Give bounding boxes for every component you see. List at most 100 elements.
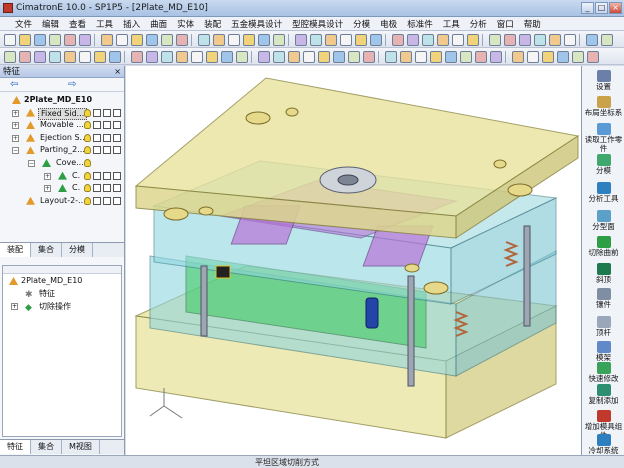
collapse-icon[interactable]: −: [12, 147, 19, 155]
close-button[interactable]: ×: [609, 2, 622, 14]
visibility-bulb-icon[interactable]: [84, 146, 91, 155]
tree-node-ejection-system[interactable]: + Ejection S...: [0, 132, 124, 145]
tree-node-child[interactable]: + C.: [0, 170, 124, 183]
menu-analysis[interactable]: 分析: [465, 18, 492, 30]
toolbar-tool-icon[interactable]: [587, 50, 599, 63]
toolbar-tool-icon[interactable]: [549, 33, 561, 46]
visibility-bulb-icon[interactable]: [84, 171, 91, 180]
toolbar-tool-icon[interactable]: [198, 33, 210, 46]
close-icon[interactable]: ×: [114, 66, 121, 78]
toolbar-tool-icon[interactable]: [340, 33, 352, 46]
mold-tool-button[interactable]: 分型面: [582, 210, 624, 231]
menu-surface[interactable]: 曲面: [145, 18, 172, 30]
toolbar-tool-icon[interactable]: [355, 33, 367, 46]
mold-tool-button[interactable]: 设置: [582, 70, 624, 91]
flag-icon[interactable]: [113, 146, 121, 155]
mold-tool-button[interactable]: 镶件: [582, 288, 624, 309]
toolbar-tool-icon[interactable]: [564, 33, 576, 46]
3d-viewport[interactable]: [126, 66, 581, 455]
maximize-button[interactable]: □: [595, 2, 608, 14]
toolbar-tool-icon[interactable]: [504, 33, 516, 46]
toolbar-tool-icon[interactable]: [243, 33, 255, 46]
flag-icon[interactable]: [93, 108, 101, 117]
toolbar-tool-icon[interactable]: [295, 33, 307, 46]
toolbar-tool-icon[interactable]: [437, 33, 449, 46]
mold-tool-button[interactable]: 模架: [582, 341, 624, 362]
toolbar-tool-icon[interactable]: [460, 50, 472, 63]
toolbar-tool-icon[interactable]: [512, 50, 524, 63]
toolbar-tool-icon[interactable]: [19, 50, 31, 63]
flag-icon[interactable]: [113, 133, 121, 142]
toolbar-tool-icon[interactable]: [49, 33, 61, 46]
toolbar-tool-icon[interactable]: [527, 50, 539, 63]
tree-node-parting[interactable]: − Parting_2...: [0, 144, 124, 157]
toolbar-tool-icon[interactable]: [490, 50, 502, 63]
toolbar-tool-icon[interactable]: [116, 33, 128, 46]
history-cut-operation[interactable]: + ◆ 切除操作: [3, 300, 121, 313]
menu-tools-1[interactable]: 工具: [91, 18, 118, 30]
toolbar-tool-icon[interactable]: [64, 33, 76, 46]
visibility-bulb-icon[interactable]: [84, 158, 91, 167]
toolbar-tool-icon[interactable]: [109, 50, 121, 63]
menu-die-design[interactable]: 五金模具设计: [226, 18, 287, 30]
toolbar-tool-icon[interactable]: [586, 33, 598, 46]
toolbar-tool-icon[interactable]: [273, 50, 285, 63]
tree-node-child[interactable]: + C.: [0, 182, 124, 195]
toolbar-tool-icon[interactable]: [452, 33, 464, 46]
menu-mold-design[interactable]: 型腔模具设计: [287, 18, 348, 30]
history-root[interactable]: 2Plate_MD_E10: [3, 274, 121, 287]
flag-icon[interactable]: [103, 108, 111, 117]
toolbar-tool-icon[interactable]: [206, 50, 218, 63]
collapse-icon[interactable]: −: [28, 159, 35, 167]
menu-electrode[interactable]: 电极: [375, 18, 402, 30]
toolbar-tool-icon[interactable]: [191, 50, 203, 63]
flag-icon[interactable]: [93, 196, 101, 205]
toolbar-tool-icon[interactable]: [519, 33, 531, 46]
toolbar-tool-icon[interactable]: [303, 50, 315, 63]
toolbar-tool-icon[interactable]: [4, 33, 16, 46]
visibility-bulb-icon[interactable]: [84, 184, 91, 193]
toolbar-tool-icon[interactable]: [258, 50, 270, 63]
toolbar-tool-icon[interactable]: [572, 50, 584, 63]
minimize-button[interactable]: _: [581, 2, 594, 14]
expand-icon[interactable]: +: [44, 185, 51, 193]
toolbar-tool-icon[interactable]: [430, 50, 442, 63]
toolbar-tool-icon[interactable]: [236, 50, 248, 63]
toolbar-tool-icon[interactable]: [415, 50, 427, 63]
flag-icon[interactable]: [103, 133, 111, 142]
flag-icon[interactable]: [93, 171, 101, 180]
menu-help[interactable]: 帮助: [519, 18, 546, 30]
toolbar-tool-icon[interactable]: [79, 33, 91, 46]
toolbar-tool-icon[interactable]: [228, 33, 240, 46]
mold-tool-button[interactable]: 分析工具: [582, 182, 624, 203]
toolbar-tool-icon[interactable]: [146, 50, 158, 63]
toolbar-tool-icon[interactable]: [221, 50, 233, 63]
toolbar-tool-icon[interactable]: [325, 33, 337, 46]
tab-parting[interactable]: 分模: [62, 243, 93, 257]
toolbar-tool-icon[interactable]: [176, 50, 188, 63]
forward-arrow-icon[interactable]: ⇨: [68, 79, 76, 90]
toolbar-tool-icon[interactable]: [79, 50, 91, 63]
flag-icon[interactable]: [113, 121, 121, 130]
toolbar-tool-icon[interactable]: [407, 33, 419, 46]
visibility-bulb-icon[interactable]: [84, 196, 91, 205]
flag-icon[interactable]: [93, 133, 101, 142]
toolbar-tool-icon[interactable]: [176, 33, 188, 46]
tab-sets[interactable]: 集合: [31, 243, 62, 257]
toolbar-tool-icon[interactable]: [392, 33, 404, 46]
mold-tool-button[interactable]: 切除曲前: [582, 236, 624, 257]
expand-icon[interactable]: +: [11, 303, 18, 310]
menu-file[interactable]: 文件: [10, 18, 37, 30]
toolbar-tool-icon[interactable]: [131, 50, 143, 63]
toolbar-tool-icon[interactable]: [273, 33, 285, 46]
expand-icon[interactable]: +: [12, 122, 19, 130]
flag-icon[interactable]: [113, 196, 121, 205]
menu-view[interactable]: 查看: [64, 18, 91, 30]
visibility-bulb-icon[interactable]: [84, 108, 91, 117]
mold-tool-button[interactable]: 冷却系统: [582, 434, 624, 455]
toolbar-tool-icon[interactable]: [542, 50, 554, 63]
toolbar-tool-icon[interactable]: [385, 50, 397, 63]
toolbar-tool-icon[interactable]: [557, 50, 569, 63]
toolbar-tool-icon[interactable]: [94, 50, 106, 63]
tree-node-cover[interactable]: − Cove...: [0, 157, 124, 170]
